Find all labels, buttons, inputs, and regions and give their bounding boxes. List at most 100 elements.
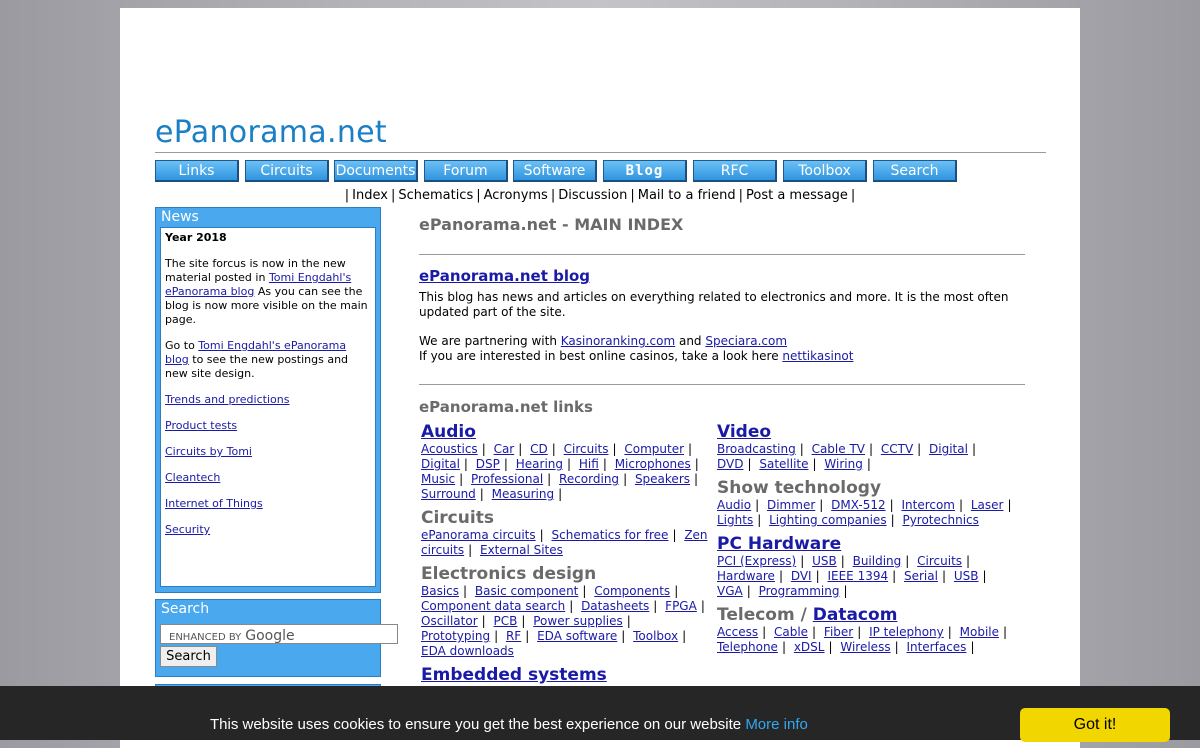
link-broadcasting[interactable]: Broadcasting	[717, 442, 796, 456]
link-hearing[interactable]: Hearing	[516, 457, 563, 471]
link-basics[interactable]: Basics	[421, 584, 459, 598]
link-wiring[interactable]: Wiring	[824, 457, 862, 471]
nav-search-button[interactable]: Search	[873, 160, 957, 182]
product-tests-link[interactable]: Product tests	[165, 419, 237, 432]
link-usb[interactable]: USB	[812, 554, 837, 568]
link-dvi[interactable]: DVI	[791, 569, 812, 583]
link-building[interactable]: Building	[853, 554, 902, 568]
link-professional[interactable]: Professional	[471, 472, 543, 486]
link-recording[interactable]: Recording	[559, 472, 619, 486]
subnav-index-link[interactable]: Index	[352, 188, 388, 203]
link-oscillator[interactable]: Oscillator	[421, 614, 478, 628]
subnav-acronyms-link[interactable]: Acronyms	[484, 188, 548, 203]
nav-circuits-button[interactable]: Circuits	[245, 160, 329, 182]
link-fpga[interactable]: FPGA	[665, 599, 697, 613]
link-serial[interactable]: Serial	[904, 569, 938, 583]
category-link[interactable]: Datacom	[813, 605, 898, 625]
link-eda-software[interactable]: EDA software	[537, 629, 617, 643]
link-hifi[interactable]: Hifi	[579, 457, 599, 471]
link-acoustics[interactable]: Acoustics	[421, 442, 478, 456]
subnav-schematics-link[interactable]: Schematics	[398, 188, 473, 203]
search-submit-button[interactable]: Search	[160, 646, 217, 667]
category-audio[interactable]: Audio	[421, 422, 713, 442]
cookie-more-info-link[interactable]: More info	[745, 716, 808, 733]
circuits-by-tomi-link[interactable]: Circuits by Tomi	[165, 445, 252, 458]
link-digital[interactable]: Digital	[929, 442, 968, 456]
link-ieee-1394[interactable]: IEEE 1394	[827, 569, 888, 583]
link-lighting-companies[interactable]: Lighting companies	[769, 513, 887, 527]
site-logo[interactable]: ePanorama.net	[155, 115, 387, 150]
link-car[interactable]: Car	[494, 442, 515, 456]
link-circuits[interactable]: Circuits	[917, 554, 962, 568]
link-hardware[interactable]: Hardware	[717, 569, 775, 583]
security-link[interactable]: Security	[165, 523, 210, 536]
link-fiber[interactable]: Fiber	[824, 625, 853, 639]
link-measuring[interactable]: Measuring	[492, 487, 554, 501]
subnav-discussion-link[interactable]: Discussion	[558, 188, 627, 203]
link-eda-downloads[interactable]: EDA downloads	[421, 644, 514, 658]
nav-documents-button[interactable]: Documents	[334, 160, 418, 182]
link-music[interactable]: Music	[421, 472, 455, 486]
partner-link-2[interactable]: Speciara.com	[705, 334, 787, 348]
search-input[interactable]: ENHANCED BY Google	[160, 624, 398, 644]
link-rf[interactable]: RF	[506, 629, 521, 643]
nav-blog-button[interactable]: Blog	[603, 160, 687, 182]
link-microphones[interactable]: Microphones	[615, 457, 691, 471]
link-programming[interactable]: Programming	[759, 584, 840, 598]
nav-forum-button[interactable]: Forum	[424, 160, 508, 182]
link-pci-express[interactable]: PCI (Express)	[717, 554, 796, 568]
link-computer[interactable]: Computer	[624, 442, 684, 456]
link-components[interactable]: Components	[594, 584, 670, 598]
category-pc-hardware[interactable]: PC Hardware	[717, 534, 1017, 554]
link-lights[interactable]: Lights	[717, 513, 753, 527]
link-power-supplies[interactable]: Power supplies	[533, 614, 623, 628]
link-cctv[interactable]: CCTV	[881, 442, 913, 456]
category-datacom[interactable]: Telecom / Datacom	[717, 605, 1017, 625]
link-xdsl[interactable]: xDSL	[794, 640, 825, 654]
link-laser[interactable]: Laser	[971, 498, 1004, 512]
link-external-sites[interactable]: External Sites	[480, 543, 563, 557]
link-audio[interactable]: Audio	[717, 498, 751, 512]
nav-software-button[interactable]: Software	[513, 160, 597, 182]
nav-toolbox-button[interactable]: Toolbox	[783, 160, 867, 182]
link-dimmer[interactable]: Dimmer	[767, 498, 815, 512]
link-epanorama-circuits[interactable]: ePanorama circuits	[421, 528, 536, 542]
link-datasheets[interactable]: Datasheets	[581, 599, 649, 613]
blog-title-link[interactable]: ePanorama.net blog	[419, 267, 590, 285]
link-dvd[interactable]: DVD	[717, 457, 743, 471]
link-satellite[interactable]: Satellite	[759, 457, 808, 471]
link-dmx-512[interactable]: DMX-512	[831, 498, 885, 512]
nav-links-button[interactable]: Links	[155, 160, 239, 182]
link-cd[interactable]: CD	[530, 442, 548, 456]
link-surround[interactable]: Surround	[421, 487, 476, 501]
link-circuits[interactable]: Circuits	[564, 442, 609, 456]
link-telephone[interactable]: Telephone	[717, 640, 778, 654]
category-video[interactable]: Video	[717, 422, 1017, 442]
link-speakers[interactable]: Speakers	[635, 472, 690, 486]
link-pyrotechnics[interactable]: Pyrotechnics	[902, 513, 978, 527]
cleantech-link[interactable]: Cleantech	[165, 471, 220, 484]
link-wireless[interactable]: Wireless	[840, 640, 890, 654]
link-component-data-search[interactable]: Component data search	[421, 599, 565, 613]
link-ip-telephony[interactable]: IP telephony	[869, 625, 944, 639]
iot-link[interactable]: Internet of Things	[165, 497, 263, 510]
casino-link[interactable]: nettikasinot	[782, 349, 853, 363]
link-cable[interactable]: Cable	[774, 625, 808, 639]
link-usb[interactable]: USB	[954, 569, 979, 583]
partner-link-1[interactable]: Kasinoranking.com	[561, 334, 675, 348]
link-toolbox[interactable]: Toolbox	[633, 629, 678, 643]
subnav-post-link[interactable]: Post a message	[746, 188, 848, 203]
link-mobile[interactable]: Mobile	[960, 625, 999, 639]
link-vga[interactable]: VGA	[717, 584, 743, 598]
nav-rfc-button[interactable]: RFC	[693, 160, 777, 182]
category-embedded-systems[interactable]: Embedded systems	[421, 665, 713, 685]
link-interfaces[interactable]: Interfaces	[906, 640, 966, 654]
link-digital[interactable]: Digital	[421, 457, 460, 471]
link-cable-tv[interactable]: Cable TV	[812, 442, 865, 456]
cookie-accept-button[interactable]: Got it!	[1020, 708, 1170, 742]
trends-link[interactable]: Trends and predictions	[165, 393, 289, 406]
link-access[interactable]: Access	[717, 625, 758, 639]
link-prototyping[interactable]: Prototyping	[421, 629, 490, 643]
link-basic-component[interactable]: Basic component	[475, 584, 578, 598]
link-pcb[interactable]: PCB	[494, 614, 518, 628]
